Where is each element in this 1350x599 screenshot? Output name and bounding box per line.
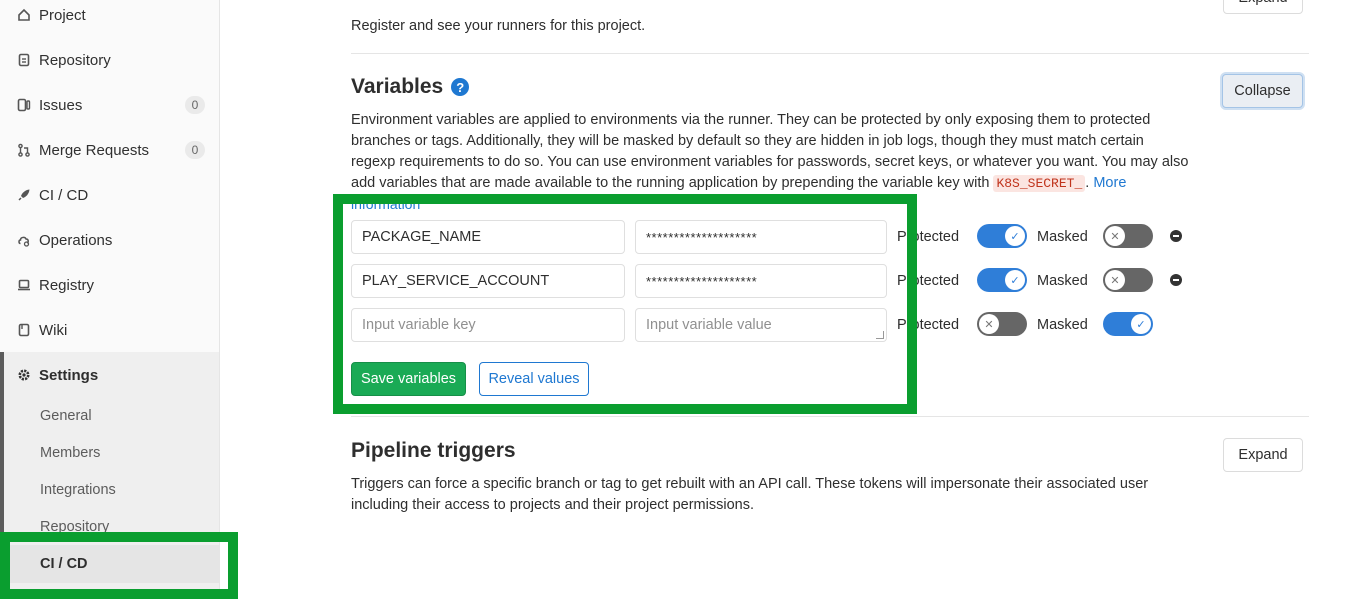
protected-toggle[interactable]: ✕ [977, 312, 1027, 336]
merge-requests-count-badge: 0 [185, 141, 205, 159]
sidebar-item-repository[interactable]: Repository [0, 38, 219, 82]
new-variable-key-input[interactable]: Input variable key [351, 308, 625, 342]
settings-subitem-repository[interactable]: Repository [40, 519, 109, 535]
sidebar-item-label: Issues [39, 96, 83, 114]
k8s-secret-code: K8S_SECRET_ [993, 175, 1086, 192]
document-icon [17, 53, 31, 67]
variables-collapse-button[interactable]: Collapse [1222, 74, 1303, 108]
sidebar-item-project[interactable]: Project [0, 0, 219, 37]
settings-subitem-integrations[interactable]: Integrations [40, 482, 116, 498]
variable-value-input[interactable]: ******************** [635, 264, 887, 298]
sidebar-item-label: Wiki [39, 321, 68, 339]
masked-toggle[interactable]: ✕ [1103, 268, 1153, 292]
variable-value-input[interactable]: ******************** [635, 220, 887, 254]
variable-key-input[interactable]: PLAY_SERVICE_ACCOUNT [351, 264, 625, 298]
variable-key-input[interactable]: PACKAGE_NAME [351, 220, 625, 254]
sidebar-item-wiki[interactable]: Wiki [0, 308, 219, 352]
sidebar-item-label: Project [39, 6, 86, 24]
x-icon: ✕ [1105, 226, 1125, 246]
sidebar: Project Repository Issues 0 Merge Reques… [0, 0, 220, 599]
sidebar-item-settings[interactable]: Settings [0, 353, 219, 397]
save-variables-button[interactable]: Save variables [351, 362, 466, 396]
triggers-description-line2: including their access to projects and t… [351, 497, 754, 513]
remove-variable-icon[interactable] [1170, 274, 1182, 286]
cloud-gear-icon [17, 233, 31, 247]
masked-label: Masked [1037, 229, 1088, 245]
new-variable-value-input[interactable]: Input variable value [635, 308, 887, 342]
protected-label: Protected [897, 317, 960, 333]
masked-label: Masked [1037, 273, 1088, 289]
variables-description-line1: Environment variables are applied to env… [351, 112, 1151, 128]
variables-title-text: Variables [351, 75, 444, 98]
pipeline-triggers-title: Pipeline triggers [351, 439, 516, 462]
more-link[interactable]: More [1093, 175, 1126, 191]
masked-toggle[interactable]: ✓ [1103, 312, 1153, 336]
protected-toggle[interactable]: ✓ [977, 268, 1027, 292]
protected-label: Protected [897, 229, 960, 245]
variables-description-line4: add variables that are made available to… [351, 175, 1127, 192]
settings-subitem-members[interactable]: Members [40, 445, 100, 461]
masked-label: Masked [1037, 317, 1088, 333]
variables-title: Variables ? [351, 75, 470, 99]
home-icon [17, 8, 31, 22]
information-link[interactable]: information [351, 194, 420, 215]
sidebar-item-ci-cd[interactable]: CI / CD [0, 173, 219, 217]
variables-description-line3: regexp requirements to do so. You can us… [351, 154, 1189, 170]
value-placeholder: Input variable value [646, 317, 772, 333]
laptop-icon [17, 278, 31, 292]
variables-description-line2: branches or tags. Additionally, they wil… [351, 133, 1144, 149]
rocket-icon [17, 188, 31, 202]
git-merge-icon [17, 143, 31, 157]
sidebar-item-registry[interactable]: Registry [0, 263, 219, 307]
protected-toggle[interactable]: ✓ [977, 224, 1027, 248]
runners-description: Register and see your runners for this p… [351, 18, 646, 34]
runners-expand-button[interactable]: Expand [1223, 0, 1303, 14]
check-icon: ✓ [1005, 270, 1025, 290]
question-circle-icon[interactable]: ? [451, 78, 470, 96]
triggers-description-line1: Triggers can force a specific branch or … [351, 476, 1149, 492]
resize-grip-icon[interactable] [876, 331, 884, 339]
sidebar-item-label: Registry [39, 276, 95, 294]
sidebar-item-label: Settings [39, 366, 99, 384]
x-icon: ✕ [1105, 270, 1125, 290]
settings-subitem-general[interactable]: General [40, 408, 92, 424]
gear-icon [17, 368, 31, 382]
sidebar-item-operations[interactable]: Operations [0, 218, 219, 262]
sidebar-item-label: CI / CD [39, 186, 89, 204]
book-icon [17, 323, 31, 337]
sidebar-item-label: Operations [39, 231, 113, 249]
issues-count-badge: 0 [185, 96, 205, 114]
masked-toggle[interactable]: ✕ [1103, 224, 1153, 248]
protected-label: Protected [897, 273, 960, 289]
sidebar-item-issues[interactable]: Issues 0 [0, 83, 219, 127]
variables-description-text: add variables that are made available to… [351, 175, 990, 191]
section-divider [351, 416, 1309, 417]
sidebar-item-label: Merge Requests [39, 141, 150, 159]
triggers-expand-button[interactable]: Expand [1223, 438, 1303, 472]
check-icon: ✓ [1131, 314, 1151, 334]
check-icon: ✓ [1005, 226, 1025, 246]
x-icon: ✕ [979, 314, 999, 334]
sidebar-item-label: Repository [39, 51, 111, 69]
reveal-values-button[interactable]: Reveal values [479, 362, 589, 396]
issues-icon [17, 98, 31, 112]
settings-subitem-ci-cd[interactable]: CI / CD [40, 556, 88, 572]
remove-variable-icon[interactable] [1170, 230, 1182, 242]
sidebar-item-merge-requests[interactable]: Merge Requests 0 [0, 128, 219, 172]
section-divider [351, 53, 1309, 54]
